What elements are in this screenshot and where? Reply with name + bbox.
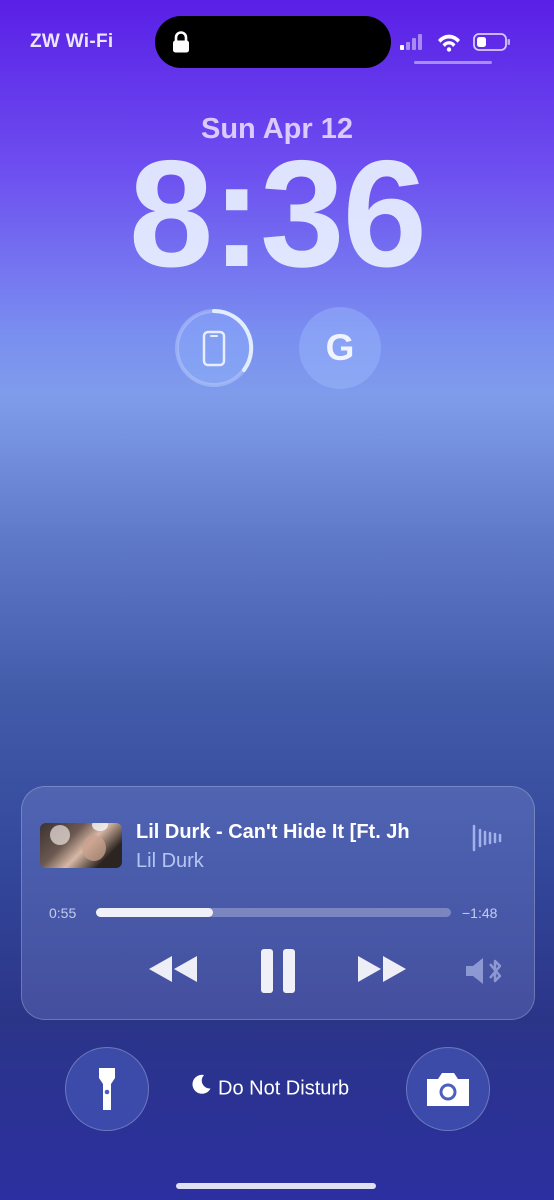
home-indicator[interactable] (176, 1183, 376, 1189)
battery-icon (473, 33, 510, 51)
camera-button[interactable] (406, 1047, 490, 1131)
flashlight-button[interactable] (65, 1047, 149, 1131)
progress-fill (96, 908, 214, 917)
lock-icon (172, 31, 190, 58)
progress-bar[interactable] (96, 908, 451, 917)
control-center-indicator[interactable] (414, 61, 492, 64)
battery-widget[interactable] (173, 307, 255, 389)
track-title: Lil Durk - Can't Hide It [Ft. Jh (136, 821, 410, 843)
camera-icon (427, 1073, 469, 1106)
google-icon: G (325, 327, 355, 368)
fast-forward-icon[interactable] (356, 954, 408, 989)
moon-icon (190, 1073, 212, 1101)
wifi-icon (438, 34, 460, 52)
focus-indicator[interactable]: Do Not Disturb (190, 1074, 350, 1101)
pause-icon[interactable] (259, 947, 297, 1000)
rewind-icon[interactable] (147, 954, 199, 989)
status-icons (398, 31, 513, 52)
remaining-time: −1:48 (462, 905, 498, 921)
carrier-label: ZW Wi-Fi (30, 31, 114, 52)
now-playing-widget[interactable]: Lil Durk - Can't Hide It [Ft. Jh Lil Dur… (21, 786, 535, 1020)
google-widget[interactable]: G (299, 307, 381, 389)
lock-time: 8:36 (128, 129, 427, 299)
track-artist: Lil Durk (136, 850, 204, 872)
flashlight-icon (99, 1068, 115, 1110)
dynamic-island (155, 16, 391, 68)
focus-label: Do Not Disturb (218, 1077, 350, 1100)
album-art[interactable] (40, 823, 122, 868)
waveform-icon[interactable] (471, 823, 505, 858)
cellular-signal-icon (400, 34, 422, 50)
elapsed-time: 0:55 (49, 905, 77, 921)
audio-output-icon[interactable] (464, 956, 506, 991)
